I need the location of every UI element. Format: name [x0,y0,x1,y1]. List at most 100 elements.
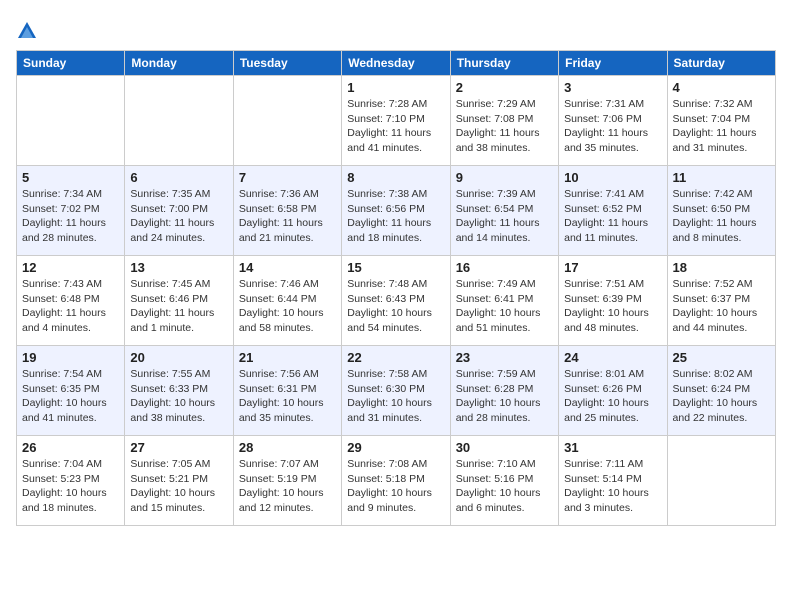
day-info: Sunrise: 7:41 AM Sunset: 6:52 PM Dayligh… [564,187,661,246]
calendar-cell: 27Sunrise: 7:05 AM Sunset: 5:21 PM Dayli… [125,436,233,526]
calendar-cell: 21 Sunrise: 7:56 AM Sunset: 6:31 PM Dayli… [233,346,341,436]
day-info: Sunrise: 7:28 AM Sunset: 7:10 PM Dayligh… [347,97,444,156]
day-info: Sunrise: 7:43 AM Sunset: 6:48 PM Dayligh… [22,277,119,336]
calendar-cell: 30 Sunrise: 7:10 AM Sunset: 5:16 PM Dayli… [450,436,558,526]
day-info: Sunrise: 8:02 AM Sunset: 6:24 PM Dayligh… [673,367,770,426]
day-info: Sunrise: 7:59 AM Sunset: 6:28 PM Dayligh… [456,367,553,426]
logo [16,20,38,42]
day-info: Sunrise: 7:07 AM Sunset: 5:19 PM Dayligh… [239,457,336,516]
day-info: Sunrise: 8:01 AM Sunset: 6:26 PM Dayligh… [564,367,661,426]
day-header-thursday: Thursday [450,51,558,76]
calendar-week-3: 12 Sunrise: 7:43 AM Sunset: 6:48 PM Dayli… [17,256,776,346]
day-info: Sunrise: 7:54 AM Sunset: 6:35 PM Dayligh… [22,367,119,426]
calendar-cell: 19 Sunrise: 7:54 AM Sunset: 6:35 PM Dayli… [17,346,125,436]
calendar-table: SundayMondayTuesdayWednesdayThursdayFrid… [16,50,776,526]
day-number: 11 [673,170,770,185]
calendar-cell: 14 Sunrise: 7:46 AM Sunset: 6:44 PM Dayli… [233,256,341,346]
calendar-cell: 28 Sunrise: 7:07 AM Sunset: 5:19 PM Dayli… [233,436,341,526]
day-number: 17 [564,260,661,275]
calendar-cell: 9 Sunrise: 7:39 AM Sunset: 6:54 PM Daylig… [450,166,558,256]
day-header-saturday: Saturday [667,51,775,76]
day-number: 12 [22,260,119,275]
calendar-cell: 12 Sunrise: 7:43 AM Sunset: 6:48 PM Dayli… [17,256,125,346]
day-info: Sunrise: 7:36 AM Sunset: 6:58 PM Dayligh… [239,187,336,246]
calendar-cell: 25 Sunrise: 8:02 AM Sunset: 6:24 PM Dayli… [667,346,775,436]
day-number: 23 [456,350,553,365]
day-number: 25 [673,350,770,365]
day-info: Sunrise: 7:32 AM Sunset: 7:04 PM Dayligh… [673,97,770,156]
day-info: Sunrise: 7:29 AM Sunset: 7:08 PM Dayligh… [456,97,553,156]
day-info: Sunrise: 7:11 AM Sunset: 5:14 PM Dayligh… [564,457,661,516]
day-info: Sunrise: 7:46 AM Sunset: 6:44 PM Dayligh… [239,277,336,336]
calendar-cell: 4 Sunrise: 7:32 AM Sunset: 7:04 PM Daylig… [667,76,775,166]
day-number: 29 [347,440,444,455]
calendar-cell: 15 Sunrise: 7:48 AM Sunset: 6:43 PM Dayli… [342,256,450,346]
day-number: 9 [456,170,553,185]
calendar-cell: 26Sunrise: 7:04 AM Sunset: 5:23 PM Dayli… [17,436,125,526]
day-info: Sunrise: 7:08 AM Sunset: 5:18 PM Dayligh… [347,457,444,516]
calendar-cell [233,76,341,166]
calendar-cell [667,436,775,526]
day-number: 10 [564,170,661,185]
day-number: 22 [347,350,444,365]
day-number: 26 [22,440,119,455]
calendar-week-2: 5Sunrise: 7:34 AM Sunset: 7:02 PM Daylig… [17,166,776,256]
day-info: Sunrise: 7:34 AM Sunset: 7:02 PM Dayligh… [22,187,119,246]
day-info: Sunrise: 7:56 AM Sunset: 6:31 PM Dayligh… [239,367,336,426]
calendar-cell: 1 Sunrise: 7:28 AM Sunset: 7:10 PM Daylig… [342,76,450,166]
day-info: Sunrise: 7:51 AM Sunset: 6:39 PM Dayligh… [564,277,661,336]
day-number: 19 [22,350,119,365]
calendar-cell: 6Sunrise: 7:35 AM Sunset: 7:00 PM Daylig… [125,166,233,256]
day-number: 18 [673,260,770,275]
day-number: 14 [239,260,336,275]
calendar-cell: 31 Sunrise: 7:11 AM Sunset: 5:14 PM Dayli… [559,436,667,526]
day-number: 24 [564,350,661,365]
day-header-sunday: Sunday [17,51,125,76]
day-number: 1 [347,80,444,95]
day-number: 7 [239,170,336,185]
day-info: Sunrise: 7:42 AM Sunset: 6:50 PM Dayligh… [673,187,770,246]
day-info: Sunrise: 7:35 AM Sunset: 7:00 PM Dayligh… [130,187,227,246]
calendar-week-5: 26Sunrise: 7:04 AM Sunset: 5:23 PM Dayli… [17,436,776,526]
day-number: 30 [456,440,553,455]
calendar-cell: 3Sunrise: 7:31 AM Sunset: 7:06 PM Daylig… [559,76,667,166]
day-number: 16 [456,260,553,275]
calendar-cell: 23 Sunrise: 7:59 AM Sunset: 6:28 PM Dayli… [450,346,558,436]
day-number: 3 [564,80,661,95]
calendar-cell: 8 Sunrise: 7:38 AM Sunset: 6:56 PM Daylig… [342,166,450,256]
day-info: Sunrise: 7:52 AM Sunset: 6:37 PM Dayligh… [673,277,770,336]
calendar-cell: 11 Sunrise: 7:42 AM Sunset: 6:50 PM Dayli… [667,166,775,256]
day-info: Sunrise: 7:55 AM Sunset: 6:33 PM Dayligh… [130,367,227,426]
day-info: Sunrise: 7:48 AM Sunset: 6:43 PM Dayligh… [347,277,444,336]
calendar-cell: 22 Sunrise: 7:58 AM Sunset: 6:30 PM Dayli… [342,346,450,436]
calendar-cell: 18 Sunrise: 7:52 AM Sunset: 6:37 PM Dayli… [667,256,775,346]
day-number: 27 [130,440,227,455]
day-number: 8 [347,170,444,185]
calendar-cell: 5Sunrise: 7:34 AM Sunset: 7:02 PM Daylig… [17,166,125,256]
calendar-week-1: 1 Sunrise: 7:28 AM Sunset: 7:10 PM Daylig… [17,76,776,166]
day-number: 28 [239,440,336,455]
calendar-cell: 13Sunrise: 7:45 AM Sunset: 6:46 PM Dayli… [125,256,233,346]
logo-icon [16,20,38,42]
calendar-cell: 29 Sunrise: 7:08 AM Sunset: 5:18 PM Dayli… [342,436,450,526]
calendar-cell [17,76,125,166]
calendar-cell: 16 Sunrise: 7:49 AM Sunset: 6:41 PM Dayli… [450,256,558,346]
day-number: 4 [673,80,770,95]
day-info: Sunrise: 7:49 AM Sunset: 6:41 PM Dayligh… [456,277,553,336]
day-info: Sunrise: 7:39 AM Sunset: 6:54 PM Dayligh… [456,187,553,246]
calendar-cell: 7 Sunrise: 7:36 AM Sunset: 6:58 PM Daylig… [233,166,341,256]
day-info: Sunrise: 7:58 AM Sunset: 6:30 PM Dayligh… [347,367,444,426]
day-number: 2 [456,80,553,95]
day-number: 21 [239,350,336,365]
calendar-cell [125,76,233,166]
day-header-tuesday: Tuesday [233,51,341,76]
calendar-cell: 24 Sunrise: 8:01 AM Sunset: 6:26 PM Dayli… [559,346,667,436]
calendar-cell: 10 Sunrise: 7:41 AM Sunset: 6:52 PM Dayli… [559,166,667,256]
day-number: 20 [130,350,227,365]
day-number: 15 [347,260,444,275]
day-info: Sunrise: 7:38 AM Sunset: 6:56 PM Dayligh… [347,187,444,246]
calendar-cell: 17 Sunrise: 7:51 AM Sunset: 6:39 PM Dayli… [559,256,667,346]
calendar-week-4: 19 Sunrise: 7:54 AM Sunset: 6:35 PM Dayli… [17,346,776,436]
day-number: 31 [564,440,661,455]
day-info: Sunrise: 7:10 AM Sunset: 5:16 PM Dayligh… [456,457,553,516]
